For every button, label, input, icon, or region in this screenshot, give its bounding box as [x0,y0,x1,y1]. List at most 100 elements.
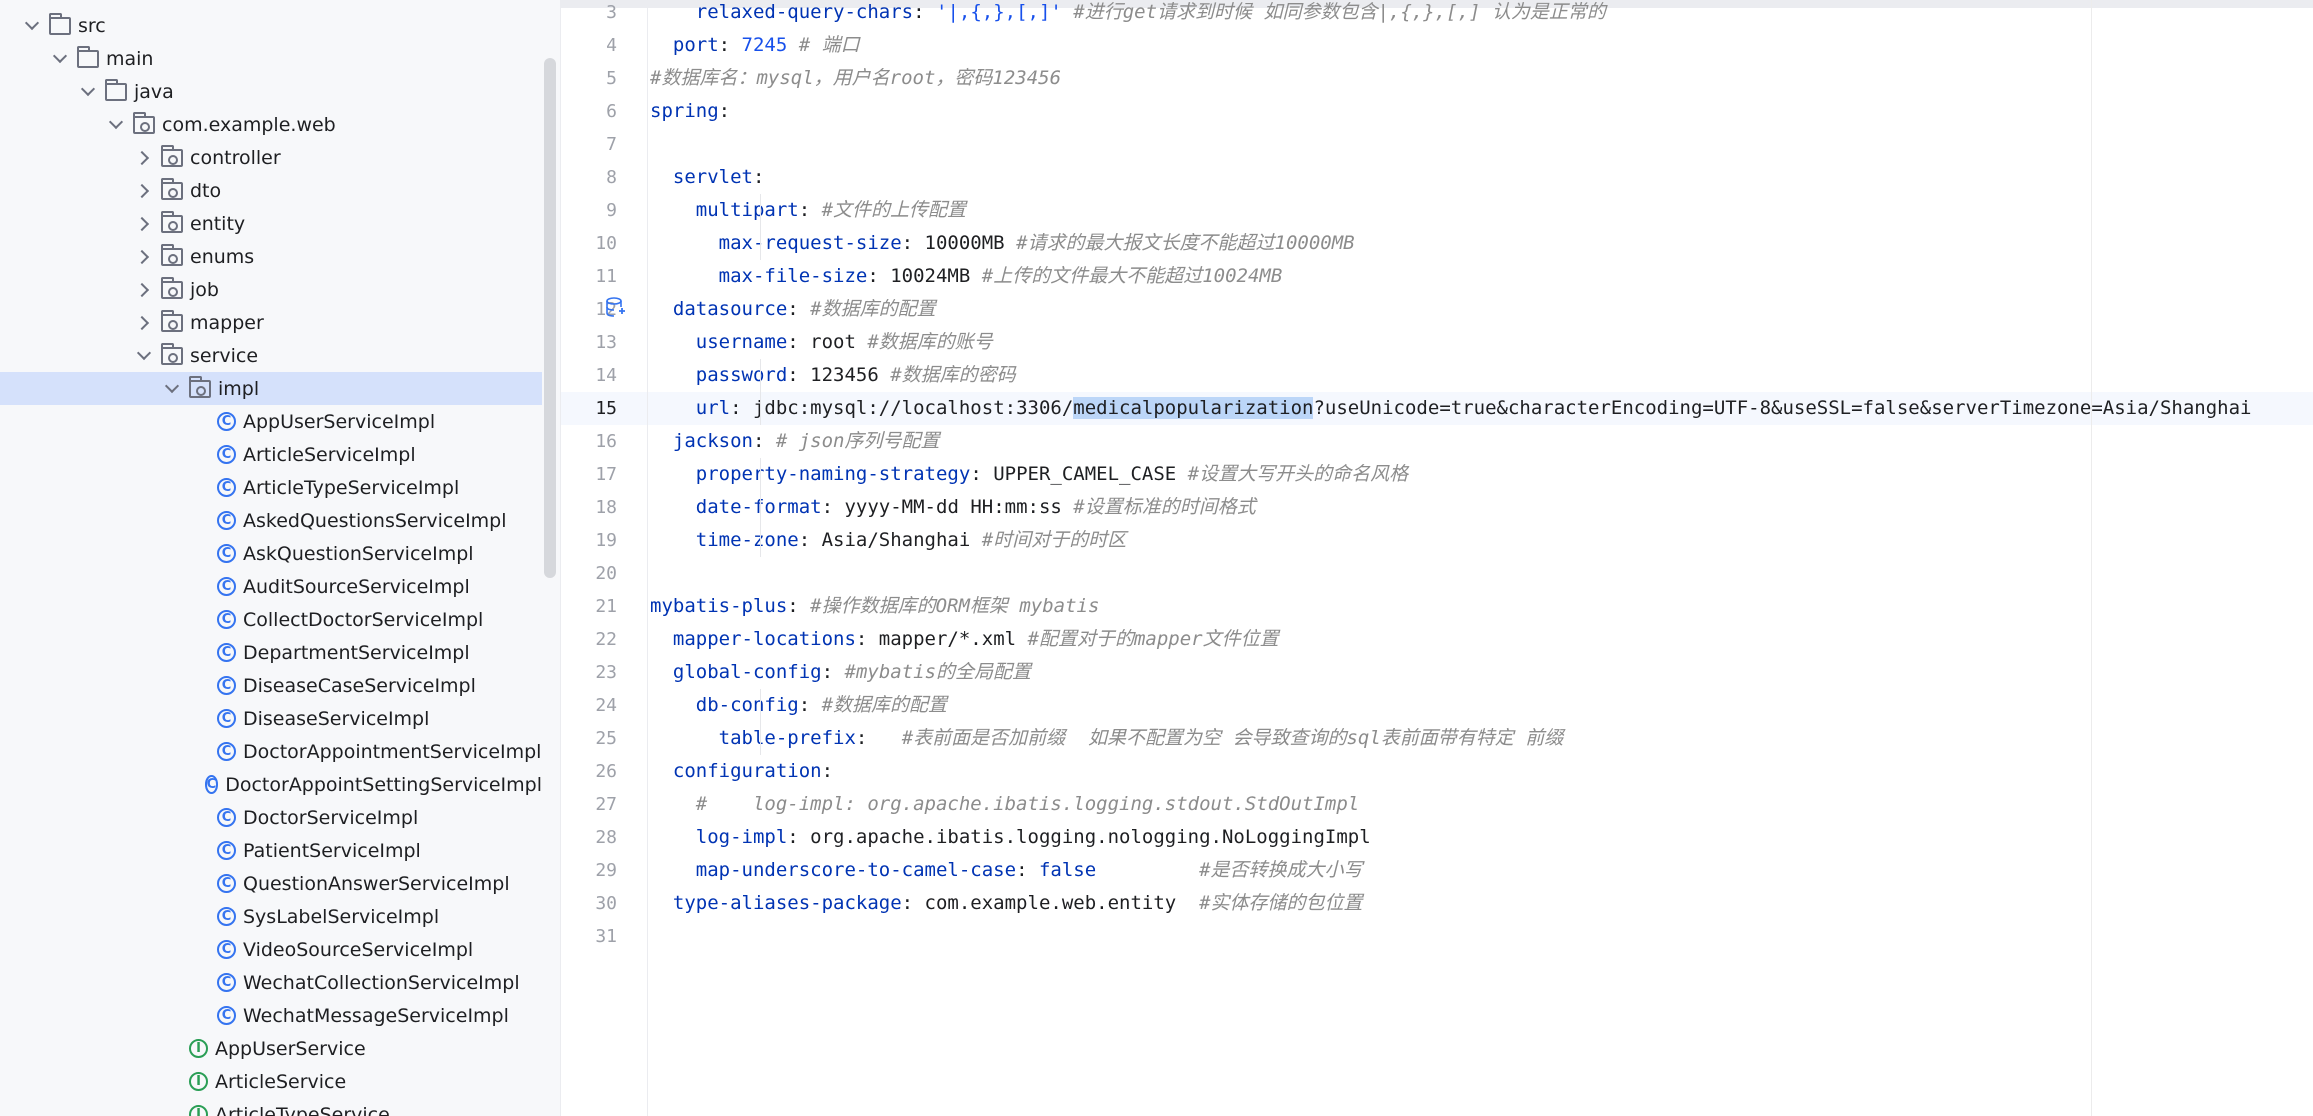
tree-item-doctorappointmentserviceimpl[interactable]: C DoctorAppointmentServiceImpl [0,735,542,768]
code-line[interactable]: date-format: yyyy-MM-dd HH:mm:ss #设置标准的时… [650,491,1256,524]
tree-item-label: ArticleTypeServiceImpl [243,476,460,499]
tree-item-askedquestionsserviceimpl[interactable]: C AskedQuestionsServiceImpl [0,504,542,537]
tree-item-appuserservice[interactable]: I AppUserService [0,1032,542,1065]
tree-item-articletypeserviceimpl[interactable]: C ArticleTypeServiceImpl [0,471,542,504]
editor[interactable]: 3 4 5 6 7 8 9 10 11 12 13 14 15 16 17 18 19 20 21 22 23 24 25 2… [561,0,2313,1116]
code-line[interactable]: spring: [650,95,730,128]
tree-item-departmentserviceimpl[interactable]: C DepartmentServiceImpl [0,636,542,669]
code-line[interactable]: mapper-locations: mapper/*.xml #配置对于的map… [650,623,1279,656]
yaml-key: port [672,34,719,56]
tree-item-syslabelserviceimpl[interactable]: C SysLabelServiceImpl [0,900,542,933]
tree-item-job[interactable]: job [0,273,542,306]
chevron-right-icon[interactable] [134,273,154,306]
code-line[interactable]: table-prefix: #表前面是否加前缀 如果不配置为空 会导致查询的sq… [650,722,1564,755]
tree-item-mapper[interactable]: mapper [0,306,542,339]
code-line[interactable]: # log-impl: org.apache.ibatis.logging.st… [650,788,1359,821]
code-line[interactable]: port: 7245 # 端口 [650,29,860,62]
code-line[interactable]: datasource: #数据库的配置 [650,293,936,326]
chevron-right-icon[interactable] [134,207,154,240]
tree-item-wechatcollectionserviceimpl[interactable]: C WechatCollectionServiceImpl [0,966,542,999]
code-line[interactable]: map-underscore-to-camel-case: false #是否转… [650,854,1363,887]
tree-item-controller[interactable]: controller [0,141,542,174]
tree-item-doctorappointsettingserviceimpl[interactable]: C DoctorAppointSettingServiceImpl [0,768,542,801]
indent-guide [760,689,761,755]
project-tree-scrollbar[interactable] [544,58,556,578]
code-line[interactable]: #数据库名：mysql，用户名root，密码123456 [650,62,1061,95]
tree-item-patientserviceimpl[interactable]: C PatientServiceImpl [0,834,542,867]
tree-item-label: DoctorAppointmentServiceImpl [243,740,542,763]
chevron-down-icon[interactable] [106,108,126,141]
tree-item-appuserserviceimpl[interactable]: C AppUserServiceImpl [0,405,542,438]
tree-item-wechatmessageserviceimpl[interactable]: C WechatMessageServiceImpl [0,999,542,1032]
code-line[interactable]: jackson: # json序列号配置 [650,425,940,458]
code-line[interactable]: multipart: #文件的上传配置 [650,194,966,227]
code-line[interactable]: max-file-size: 10024MB #上传的文件最大不能超过10024… [650,260,1283,293]
folder-icon [77,45,99,68]
code-token: false [1038,859,1097,881]
tree-item-impl[interactable]: impl [0,372,542,405]
code-line[interactable]: max-request-size: 10000MB #请求的最大报文长度不能超过… [650,227,1355,260]
tree-item-diseasecaseserviceimpl[interactable]: C DiseaseCaseServiceImpl [0,669,542,702]
tree-item-src[interactable]: src [0,9,542,42]
code-line[interactable]: url: jdbc:mysql://localhost:3306/medical… [650,392,2251,425]
code-line[interactable]: mybatis-plus: #操作数据库的ORM框架 mybatis [650,590,1099,623]
tree-item-collectdoctorserviceimpl[interactable]: C CollectDoctorServiceImpl [0,603,542,636]
tree-item-entity[interactable]: entity [0,207,542,240]
code-line[interactable]: global-config: #mybatis的全局配置 [650,656,1031,689]
chevron-right-icon[interactable] [134,141,154,174]
tree-item-java[interactable]: java [0,75,542,108]
code-line[interactable]: db-config: #数据库的配置 [650,689,947,722]
yaml-key: log-impl [695,826,788,848]
chevron-down-icon[interactable] [162,372,182,405]
chevron-down-icon[interactable] [22,9,42,42]
code-line[interactable]: time-zone: Asia/Shanghai #时间对于的时区 [650,524,1126,557]
chevron-right-icon[interactable] [134,240,154,273]
code-comment: #数据库的配置 [821,694,948,716]
tree-item-askquestionserviceimpl[interactable]: C AskQuestionServiceImpl [0,537,542,570]
class-icon: C [217,1006,236,1025]
tree-item-diseaseserviceimpl[interactable]: C DiseaseServiceImpl [0,702,542,735]
code-line[interactable]: log-impl: org.apache.ibatis.logging.nolo… [650,821,1371,854]
tree-item-enums[interactable]: enums [0,240,542,273]
tree-item-articleserviceimpl[interactable]: C ArticleServiceImpl [0,438,542,471]
chevron-down-icon[interactable] [78,75,98,108]
tree-item-dto[interactable]: dto [0,174,542,207]
line-number: 31 [595,926,617,947]
code-line[interactable]: type-aliases-package: com.example.web.en… [650,887,1363,920]
tree-item-questionanswerserviceimpl[interactable]: C QuestionAnswerServiceImpl [0,867,542,900]
chevron-down-icon[interactable] [134,339,154,372]
tree-item-label: ArticleServiceImpl [243,443,416,466]
tree-item-label: src [78,14,106,37]
tree-item-auditsourceserviceimpl[interactable]: C AuditSourceServiceImpl [0,570,542,603]
chevron-down-icon[interactable] [50,42,70,75]
chevron-right-icon[interactable] [134,174,154,207]
tree-item-main[interactable]: main [0,42,542,75]
tree-item-articletypeservice[interactable]: I ArticleTypeService [0,1098,542,1116]
code-line[interactable]: username: root #数据库的账号 [650,326,993,359]
datasource-icon[interactable] [605,297,625,319]
tree-item-doctorserviceimpl[interactable]: C DoctorServiceImpl [0,801,542,834]
tree-item-service[interactable]: service [0,339,542,372]
tree-item-articleservice[interactable]: I ArticleService [0,1065,542,1098]
line-number: 24 [595,695,617,716]
code-line[interactable]: configuration: [650,755,833,788]
code-line[interactable]: relaxed-query-chars: '|,{,},[,]' #进行get请… [650,0,1606,29]
line-number: 23 [595,662,617,683]
tree-item-videosourceserviceimpl[interactable]: C VideoSourceServiceImpl [0,933,542,966]
tree-item-label: DiseaseServiceImpl [243,707,430,730]
yaml-key: multipart [695,199,799,221]
code-comment: #数据库名：mysql，用户名root，密码123456 [650,67,1062,89]
code-line[interactable]: servlet: [650,161,765,194]
code-line[interactable]: password: 123456 #数据库的密码 [650,359,1016,392]
chevron-right-icon[interactable] [134,306,154,339]
tree-item-com-example-web[interactable]: com.example.web [0,108,542,141]
project-panel: src main java com.example.web controller dto e… [0,0,561,1116]
code-line[interactable]: property-naming-strategy: UPPER_CAMEL_CA… [650,458,1408,491]
yaml-key: url [695,397,731,419]
